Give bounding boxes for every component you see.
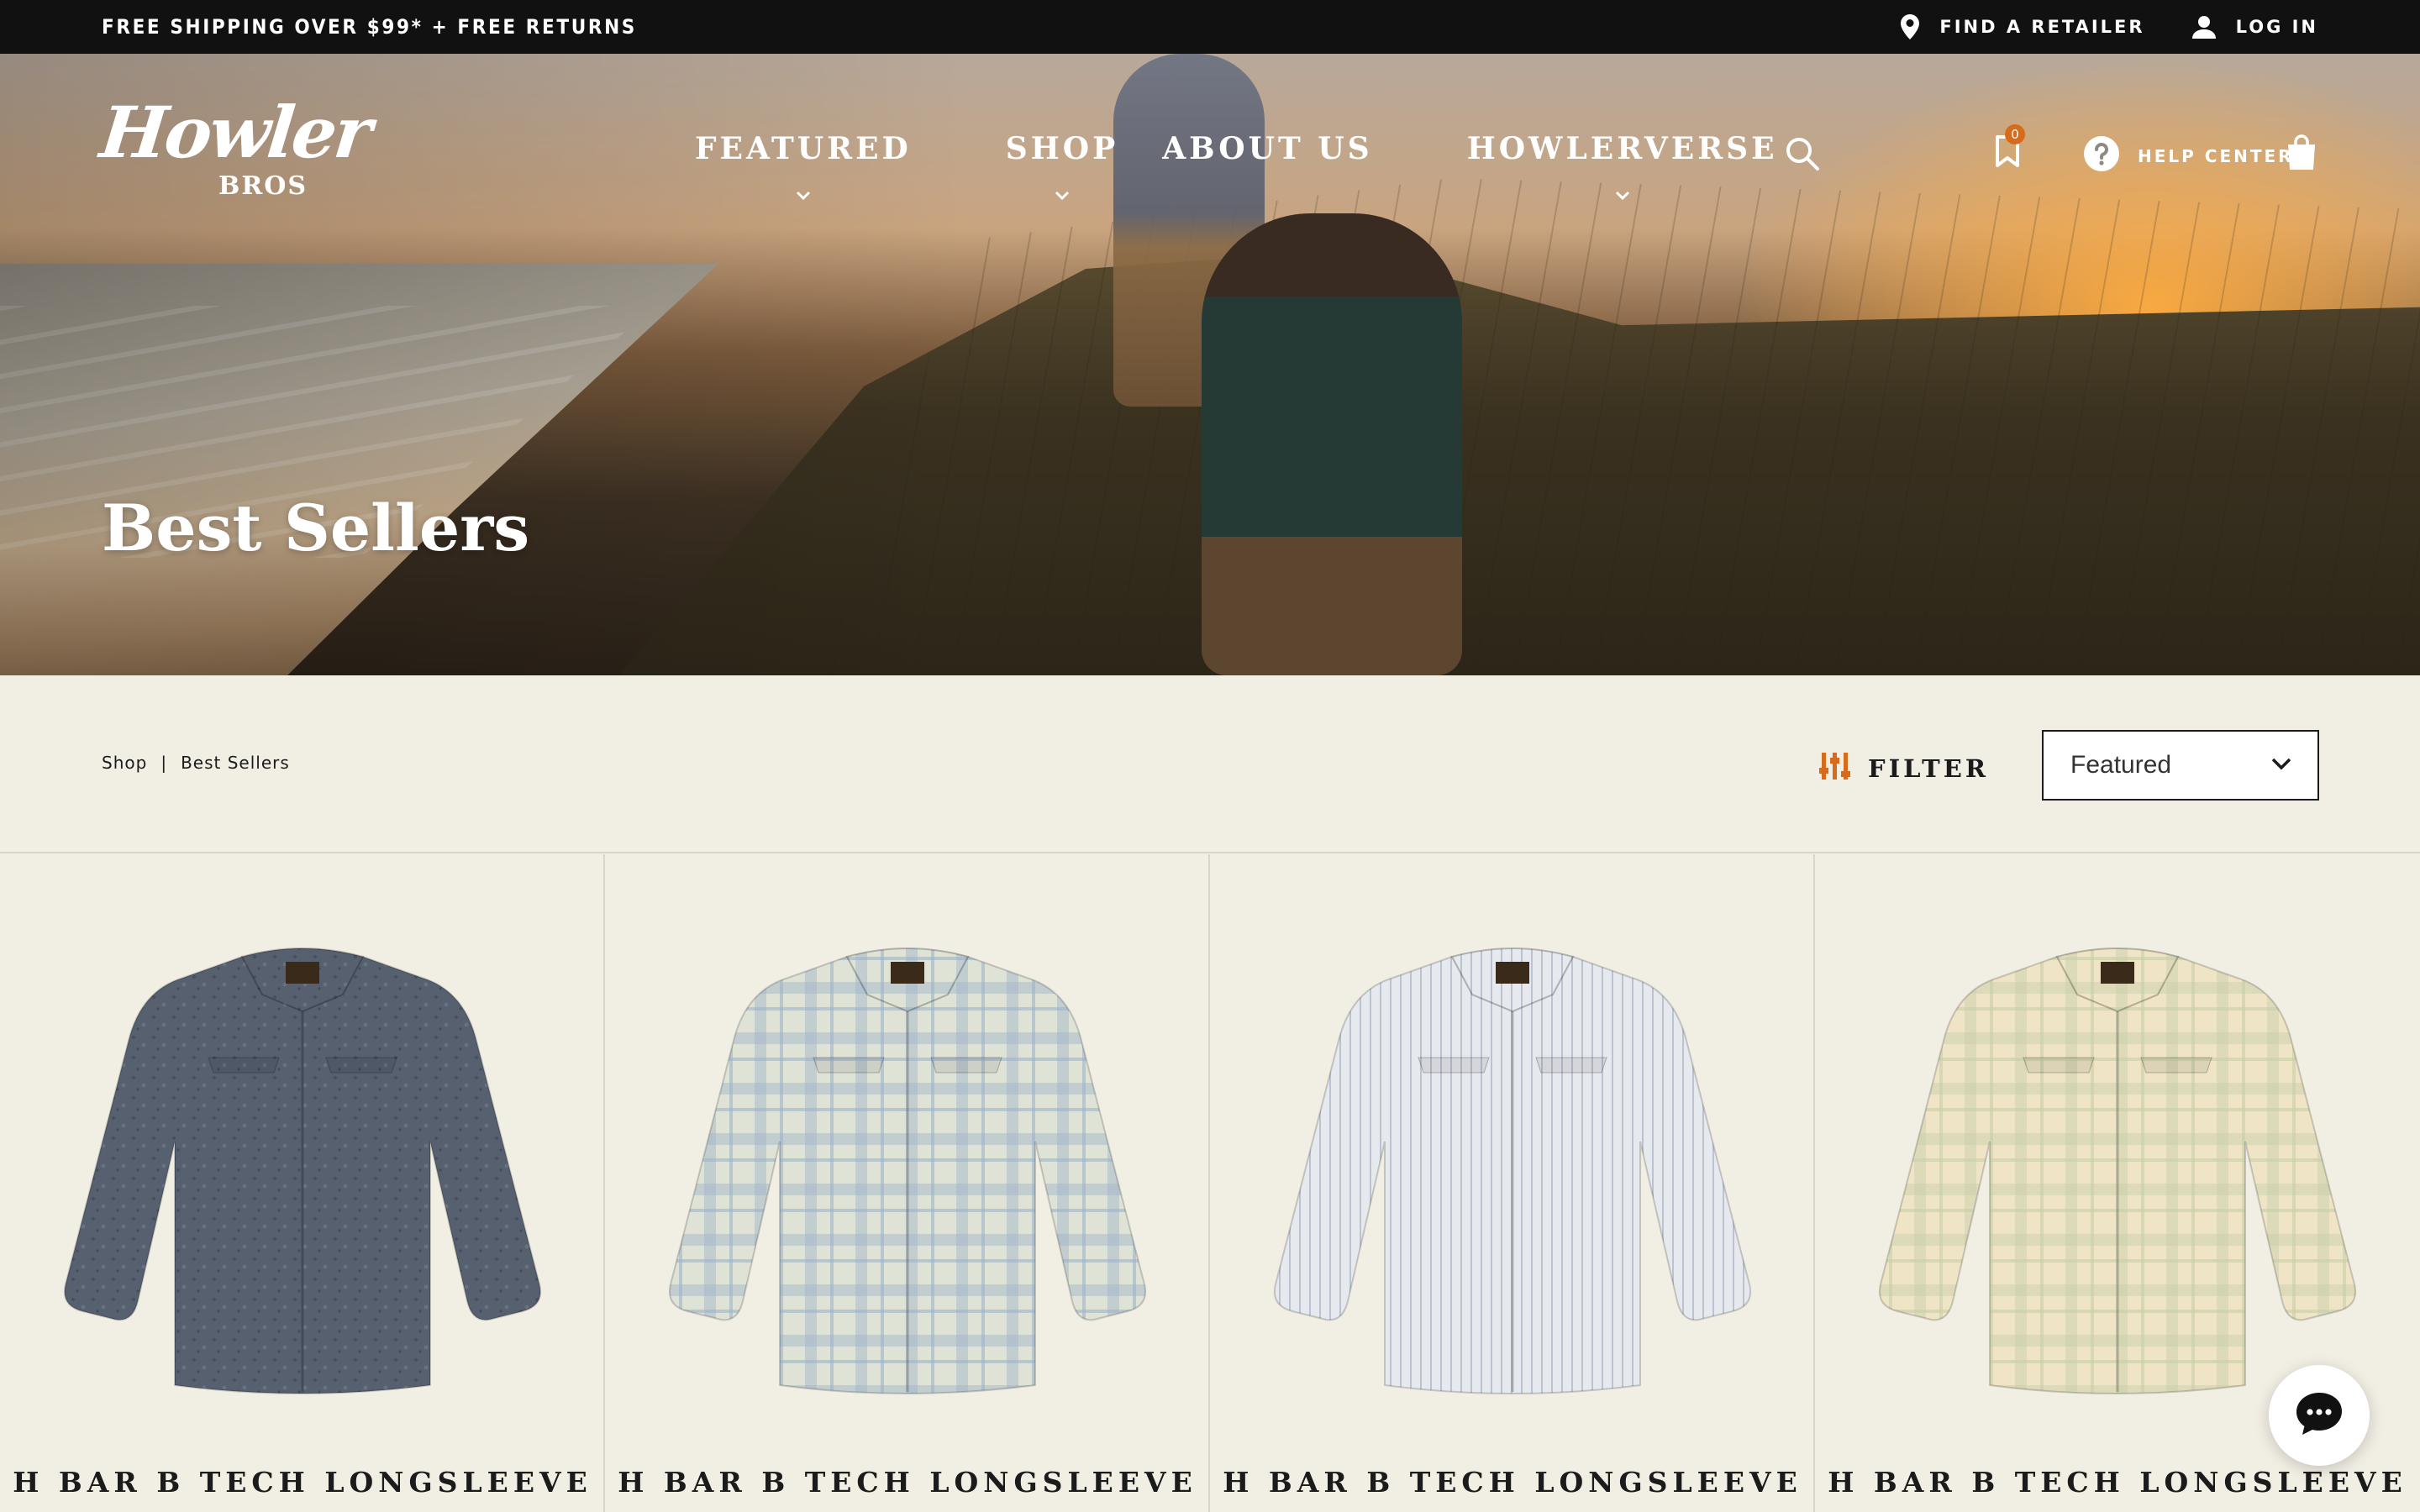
nav-howlerverse-label: HOWLERVERSE — [1466, 131, 1778, 166]
filter-label: FILTER — [1868, 753, 1989, 783]
chevron-down-icon — [1615, 173, 1630, 208]
product-card[interactable]: H BAR B TECH LONGSLEEVE — [605, 854, 1210, 1512]
product-title[interactable]: H BAR B TECH LONGSLEEVE — [0, 1466, 605, 1499]
shopping-bag-icon — [2286, 134, 2317, 173]
collection-toolbar: Shop | Best Sellers FILTER Featured — [0, 675, 2420, 853]
find-retailer-label: FIND A RETAILER — [1939, 17, 2145, 37]
sort-select[interactable]: Featured — [2042, 730, 2319, 801]
utility-links: FIND A RETAILER LOG IN — [1901, 0, 2318, 54]
product-card[interactable]: H BAR B TECH LONGSLEEVE — [0, 854, 605, 1512]
bookmark-icon — [1995, 135, 2020, 171]
product-image[interactable] — [1864, 932, 2371, 1402]
wishlist-button[interactable]: 0 — [1995, 124, 2025, 172]
sort-value: Featured — [2070, 751, 2172, 779]
product-image[interactable] — [49, 932, 556, 1402]
help-center-link[interactable]: HELP CENTER — [2084, 136, 2294, 176]
logo-script: Howler — [96, 91, 374, 174]
chevron-down-icon — [1055, 173, 1070, 208]
promo-text: FREE SHIPPING OVER $99* + FREE RETURNS — [102, 15, 637, 39]
product-image[interactable] — [1259, 932, 1766, 1402]
nav-shop-label: SHOP — [1005, 131, 1119, 166]
breadcrumb-separator: | — [160, 753, 168, 773]
chevron-down-icon — [2270, 757, 2292, 776]
nav-about-us[interactable]: ABOUT US — [1162, 131, 1373, 166]
brand-logo[interactable]: Howler BROS — [97, 91, 374, 203]
log-in-link[interactable]: LOG IN — [2191, 15, 2318, 39]
nav-howlerverse[interactable]: HOWLERVERSE — [1466, 131, 1778, 201]
announcement-bar: FREE SHIPPING OVER $99* + FREE RETURNS F… — [0, 0, 2420, 54]
wishlist-count-badge: 0 — [2005, 124, 2025, 144]
log-in-label: LOG IN — [2235, 17, 2318, 37]
find-retailer-link[interactable]: FIND A RETAILER — [1901, 14, 2144, 39]
product-title[interactable]: H BAR B TECH LONGSLEEVE — [605, 1466, 1210, 1499]
breadcrumb: Shop | Best Sellers — [102, 753, 290, 773]
breadcrumb-shop[interactable]: Shop — [102, 753, 147, 773]
product-card[interactable]: H BAR B TECH LONGSLEEVE — [1210, 854, 1815, 1512]
breadcrumb-current: Best Sellers — [181, 753, 290, 773]
product-title[interactable]: H BAR B TECH LONGSLEEVE — [1815, 1466, 2420, 1499]
product-grid: H BAR B TECH LONGSLEEVE H BAR B TECH LON… — [0, 854, 2420, 1512]
user-icon — [2191, 15, 2216, 39]
chat-bubble-icon — [2295, 1391, 2344, 1441]
nav-featured[interactable]: FEATURED — [695, 131, 912, 201]
nav-featured-label: FEATURED — [695, 131, 912, 166]
main-nav: FEATURED SHOP ABOUT US HOWLERVERSE — [695, 131, 1778, 201]
nav-shop[interactable]: SHOP — [1005, 131, 1119, 201]
map-pin-icon — [1901, 14, 1920, 39]
product-title[interactable]: H BAR B TECH LONGSLEEVE — [1210, 1466, 1815, 1499]
filter-button[interactable]: FILTER — [1819, 749, 1989, 787]
filter-sliders-icon — [1819, 749, 1851, 787]
page-title: Best Sellers — [102, 491, 530, 565]
product-image[interactable] — [654, 932, 1161, 1402]
search-icon[interactable] — [1785, 136, 1820, 176]
logo-sub: BROS — [218, 171, 308, 201]
help-center-label: HELP CENTER — [2138, 145, 2294, 166]
chat-launcher-button[interactable] — [2269, 1365, 2370, 1466]
help-icon — [2084, 136, 2119, 176]
nav-about-us-label: ABOUT US — [1162, 131, 1373, 166]
cart-button[interactable] — [2286, 134, 2317, 174]
chevron-down-icon — [796, 173, 811, 208]
